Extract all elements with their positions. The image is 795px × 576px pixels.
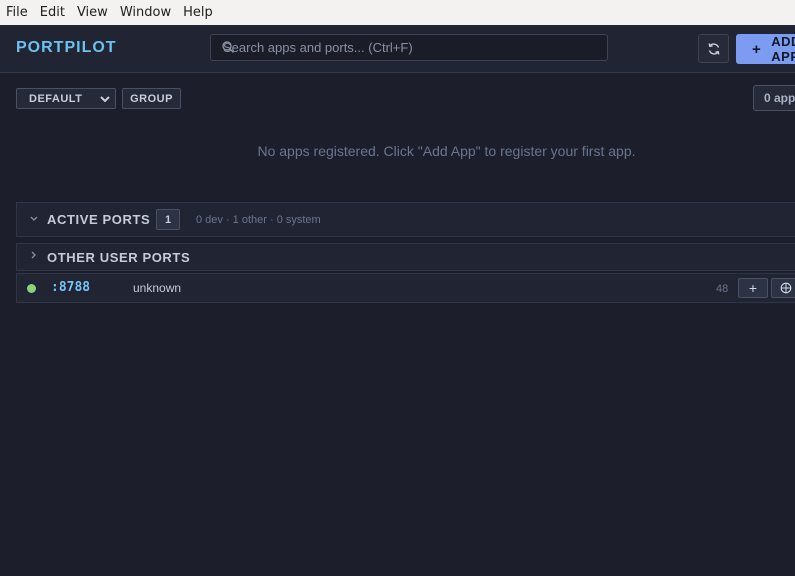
process-pid: 48: [716, 283, 729, 295]
table-row[interactable]: :8788 unknown 48 +: [16, 273, 795, 303]
app-brand: PORTPILOT: [16, 39, 117, 56]
active-ports-header[interactable]: ACTIVE PORTS 1 0 dev · 1 other · 0 syste…: [16, 202, 795, 237]
profile-select[interactable]: DEFAULT: [16, 88, 116, 109]
empty-state-message: No apps registered. Click "Add App" to r…: [257, 143, 636, 159]
refresh-button[interactable]: [698, 34, 729, 63]
menu-help[interactable]: Help: [177, 0, 219, 25]
active-ports-breakdown: 0 dev · 1 other · 0 system: [196, 214, 321, 226]
profile-select-value: DEFAULT: [29, 92, 83, 105]
add-app-label: ADD APP: [771, 34, 795, 64]
chevron-down-icon: [30, 216, 38, 221]
port-number: :8788: [51, 280, 91, 295]
add-port-button[interactable]: +: [738, 278, 768, 298]
add-app-button[interactable]: + ADD APP: [736, 34, 795, 64]
process-name: unknown: [133, 281, 182, 295]
chevron-right-icon: [31, 251, 36, 259]
menu-edit[interactable]: Edit: [34, 0, 71, 25]
search-box[interactable]: [210, 34, 608, 61]
group-button[interactable]: GROUP: [122, 88, 181, 109]
menu-bar: File Edit View Window Help: [0, 0, 795, 25]
refresh-icon: [708, 42, 719, 55]
search-input[interactable]: [223, 35, 593, 60]
apps-count-button[interactable]: 0 apps: [753, 85, 795, 111]
active-ports-count-badge: 1: [156, 209, 180, 230]
globe-icon: [780, 282, 792, 294]
status-dot: [27, 284, 36, 293]
menu-window[interactable]: Window: [114, 0, 177, 25]
active-ports-title: ACTIVE PORTS: [47, 212, 151, 227]
other-user-ports-title: OTHER USER PORTS: [47, 250, 191, 265]
chevron-down-icon: [100, 96, 110, 103]
menu-view[interactable]: View: [71, 0, 114, 25]
menu-file[interactable]: File: [0, 0, 34, 25]
app-header: PORTPILOT + ADD APP: [0, 25, 795, 73]
open-port-button[interactable]: [771, 278, 795, 298]
other-user-ports-header[interactable]: OTHER USER PORTS: [16, 243, 795, 271]
plus-icon: +: [752, 40, 762, 58]
